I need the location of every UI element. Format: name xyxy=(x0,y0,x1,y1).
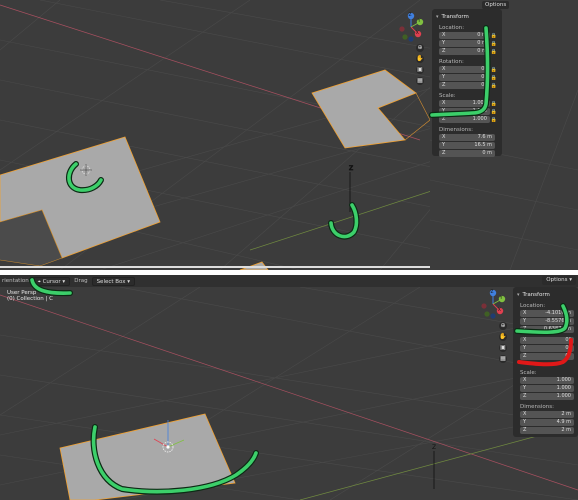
dimensions-x-field[interactable]: 7.6 m xyxy=(455,134,495,141)
axis-label: Z xyxy=(439,150,455,157)
scale-y-field[interactable]: 1.000 xyxy=(535,385,574,392)
svg-text:Z: Z xyxy=(349,165,353,172)
axis-label: Z xyxy=(520,393,536,400)
bottom-panel-annotation xyxy=(514,303,573,367)
top-dimensions-x[interactable]: X 7.6 m xyxy=(439,134,498,141)
gizmo-y-label: Y xyxy=(499,295,503,301)
options-label: Options xyxy=(546,277,568,283)
bottom-transform-title: Transform xyxy=(522,291,550,298)
bottom-scale-z[interactable]: Z 1.000 xyxy=(520,393,574,400)
gizmo-x-label: X xyxy=(497,307,501,313)
dimensions-z-field[interactable]: 2 m xyxy=(535,427,574,434)
bottom-nav-gizmo[interactable]: Z Y X xyxy=(480,289,506,319)
header-annotation xyxy=(29,277,73,297)
collapse-arrow-icon[interactable]: ▾ xyxy=(436,14,439,20)
dimensions-z-field[interactable]: 0 m xyxy=(455,150,495,157)
orientation-label[interactable]: rientation xyxy=(2,278,29,284)
axis-label: Y xyxy=(520,385,536,392)
axis-label: Y xyxy=(520,419,536,426)
top-dimensions-z[interactable]: Z0 m xyxy=(439,150,498,157)
bottom-scale-x[interactable]: X 1.000 xyxy=(520,377,574,384)
top-transform-title: Transform xyxy=(441,13,469,20)
axis-label: X xyxy=(520,411,536,418)
collapse-arrow-icon[interactable]: ▾ xyxy=(517,292,520,298)
gizmo-z-label: Z xyxy=(490,289,494,295)
mesh-plane-right[interactable] xyxy=(311,69,417,149)
gizmo-z-label: Z xyxy=(408,12,412,18)
bottom-dimensions-label: Dimensions: xyxy=(520,404,554,410)
bottom-scale-y[interactable]: Y 1.000 xyxy=(520,385,574,392)
select-box-dropdown[interactable]: Select Box ▾ xyxy=(91,276,136,286)
dimensions-y-field[interactable]: 4.9 m xyxy=(535,419,574,426)
select-box-label: Select Box xyxy=(96,278,126,285)
dimensions-x-field[interactable]: 2 m xyxy=(535,411,574,418)
bottom-dimensions-x[interactable]: X2 m xyxy=(520,411,574,418)
top-options-button[interactable]: Options xyxy=(482,1,510,9)
bottom-dimensions-y[interactable]: Y 4.9 m xyxy=(520,419,574,426)
scale-z-field[interactable]: 1.000 xyxy=(535,393,574,400)
bottom-scale-label: Scale: xyxy=(520,370,537,376)
axis-label: Y xyxy=(439,142,455,149)
dimensions-y-field[interactable]: 16.5 m xyxy=(455,142,495,149)
bottom-dimensions-z[interactable]: Z2 m xyxy=(520,427,574,434)
axis-label: Z xyxy=(520,427,536,434)
light-z-label: Z xyxy=(432,444,436,451)
top-dimensions-y[interactable]: Y 16.5 m xyxy=(439,142,498,149)
axis-label: X xyxy=(439,134,455,141)
viewport-header: rientation ⌖ Cursor ▾ Drag Select Box ▾ … xyxy=(0,275,578,287)
gizmo-x-label: X xyxy=(415,30,419,36)
top-panel-annotation xyxy=(429,25,491,118)
options-button[interactable]: Options ▾ xyxy=(542,276,576,285)
bottom-transform-header[interactable]: ▾ Transform xyxy=(517,290,574,299)
scale-x-field[interactable]: 1.000 xyxy=(535,377,574,384)
axis-label: X xyxy=(520,377,536,384)
